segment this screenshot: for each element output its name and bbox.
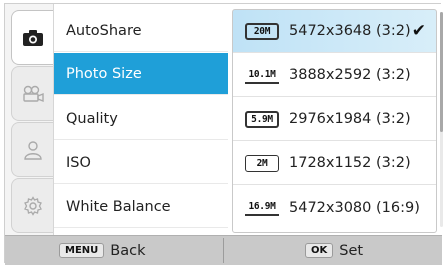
set-button[interactable]: OK Set (305, 236, 363, 265)
menu-key-icon: MENU (59, 243, 105, 258)
size-16m-wide-icon: 16.9M (245, 199, 279, 216)
size-option-label: 1728x1152 (3:2) (289, 155, 411, 171)
size-option-label: 5472x3648 (3:2) (289, 23, 411, 39)
tab-settings[interactable] (11, 178, 53, 233)
size-5m-icon: 5.9M (245, 110, 279, 128)
person-icon (23, 140, 42, 160)
menu-item-label: Quality (66, 110, 118, 127)
submenu-scrollbar[interactable] (440, 12, 443, 227)
menu-item-label: White Balance (66, 198, 171, 215)
size-20m-icon: 20M (245, 22, 279, 40)
camera-icon (22, 29, 43, 46)
settings-menu-list: AutoShare Photo Size Quality ISO White B… (53, 4, 230, 235)
tab-video[interactable] (11, 66, 53, 121)
size-option-2m[interactable]: 2M 1728x1152 (3:2) (233, 142, 436, 185)
size-option-label: 3888x2592 (3:2) (289, 67, 411, 83)
camera-menu-screen: AutoShare Photo Size Quality ISO White B… (4, 3, 443, 265)
menu-item-photo-size[interactable]: Photo Size (54, 53, 229, 95)
size-10m-icon: 10.1M (245, 67, 279, 84)
size-option-5m[interactable]: 5.9M 2976x1984 (3:2) (233, 98, 436, 141)
tab-camera[interactable] (11, 10, 53, 65)
menu-item-label: Photo Size (66, 65, 142, 82)
menu-item-autoshare[interactable]: AutoShare (54, 10, 229, 52)
scrollbar-thumb[interactable] (440, 12, 443, 132)
size-option-20m[interactable]: 20M 5472x3648 (3:2) ✔ (233, 10, 436, 53)
size-option-10m[interactable]: 10.1M 3888x2592 (3:2) (233, 54, 436, 97)
size-option-16m-wide[interactable]: 16.9M 5472x3080 (16:9) (233, 186, 436, 229)
size-option-label: 2976x1984 (3:2) (289, 111, 411, 127)
menu-item-iso[interactable]: ISO (54, 142, 229, 184)
gear-icon (23, 195, 42, 216)
menu-tabs (5, 4, 55, 235)
bottom-bar: MENU Back OK Set (5, 235, 442, 265)
menu-item-label: AutoShare (66, 22, 142, 39)
menu-item-quality[interactable]: Quality (54, 98, 229, 140)
size-2m-icon: 2M (245, 154, 279, 172)
back-button[interactable]: MENU Back (59, 236, 145, 265)
video-camera-icon (22, 85, 44, 102)
tab-user[interactable] (11, 122, 53, 177)
set-label: Set (339, 242, 364, 259)
checkmark-icon: ✔ (411, 21, 426, 41)
menu-item-label: ISO (66, 154, 91, 171)
ok-key-icon: OK (305, 243, 334, 258)
back-label: Back (110, 242, 146, 259)
bottom-divider (223, 238, 224, 263)
menu-item-white-balance[interactable]: White Balance (54, 186, 229, 228)
size-option-label: 5472x3080 (16:9) (289, 199, 420, 216)
